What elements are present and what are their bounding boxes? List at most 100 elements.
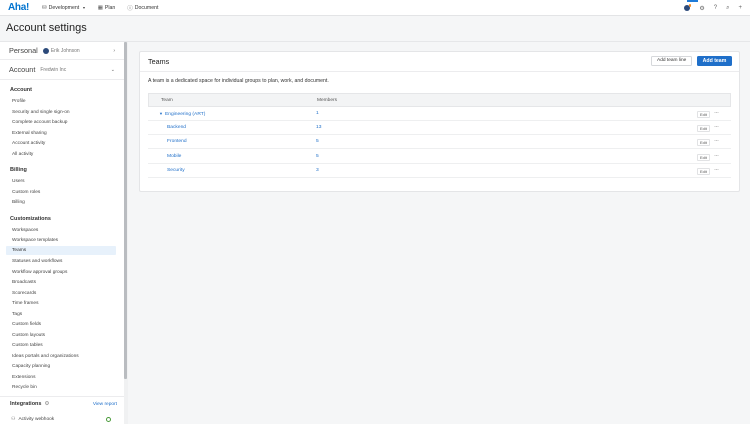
sidebar-item-time-frames[interactable]: Time frames [12,301,38,306]
more-options-icon[interactable]: ··· [714,153,719,159]
divider [0,396,124,397]
integrations-heading: Integrations [10,401,42,407]
teams-description: A team is a dedicated space for individu… [148,78,329,84]
sidebar-account[interactable]: Account Fredwin Inc ⌄ [9,65,115,74]
team-name-link[interactable]: ▼ Engineering (ART) [159,111,205,117]
sidebar-item-backup[interactable]: Complete account backup [12,120,67,125]
team-name: Engineering (ART) [164,112,206,117]
page-header: Account settings [0,16,750,42]
team-name-link[interactable]: Mobile [167,154,181,159]
sidebar-item-teams[interactable]: Teams [6,246,116,255]
account-label: Account [9,65,36,74]
personal-user-name: Erik Johnson [50,47,80,54]
section-heading-account: Account [10,87,32,93]
more-options-icon[interactable]: ··· [714,124,719,130]
members-count-link[interactable]: 3 [316,168,319,173]
nav-item-label: Development [48,4,80,11]
members-count-link[interactable]: 13 [316,125,321,130]
more-options-icon[interactable]: ··· [714,167,719,173]
sidebar-item-approval-groups[interactable]: Workflow approval groups [12,270,67,275]
user-avatar[interactable] [684,4,692,11]
sidebar-item-custom-roles[interactable]: Custom roles [12,190,40,195]
edit-button[interactable]: Edit [697,153,710,161]
chevron-down-icon: ⌄ [110,66,115,73]
team-name-link[interactable]: Security [167,168,185,173]
chevron-down-icon: ▼ [82,5,86,10]
sidebar-item-external-sharing[interactable]: External sharing [12,131,47,136]
sidebar-item-users[interactable]: Users [12,179,25,184]
team-name-link[interactable]: Frontend [167,139,187,144]
add-team-button[interactable]: Add team [697,56,732,66]
view-report-link[interactable]: View report [93,402,117,407]
sidebar-item-billing[interactable]: Billing [12,200,25,205]
sidebar-item-scorecards[interactable]: Scorecards [12,291,36,296]
caret-down-icon[interactable]: ▼ [159,111,163,116]
more-options-icon[interactable]: ··· [714,110,719,116]
sidebar-item-statuses[interactable]: Statuses and workflows [12,259,62,264]
table-row: Mobile 5 Edit ··· [148,150,731,164]
nav-item-label: Document [134,4,159,11]
edit-button[interactable]: Edit [697,110,710,118]
personal-label: Personal [9,46,38,55]
table-row: Security 3 Edit ··· [148,164,731,178]
nav-item-label: Plan [104,4,116,11]
sidebar-item-custom-layouts[interactable]: Custom layouts [12,333,45,338]
settings-icon[interactable]: ⚙ [699,5,704,12]
divider [0,59,124,60]
chevron-right-icon: › [113,47,115,54]
sidebar-scrollbar[interactable] [124,42,127,379]
nav-workspace-selector[interactable]: ⛁ Development ▼ [42,5,86,11]
status-circle-icon [106,416,111,422]
sidebar-item-tags[interactable]: Tags [12,312,22,317]
card-title: Teams [148,57,170,66]
column-header-members[interactable]: Members [317,98,337,103]
divider [140,71,739,72]
integrations-header: Integrations ⚙ View report [10,401,117,407]
sidebar-item-capacity-planning[interactable]: Capacity planning [12,364,50,369]
sidebar-item-broadcasts[interactable]: Broadcasts [12,280,36,285]
members-count-link[interactable]: 5 [316,139,319,144]
page-title: Account settings [6,22,87,34]
settings-sidebar: Personal Erik Johnson › Account Fredwin … [0,42,124,424]
teams-card: Teams Add team line Add team A team is a… [139,51,740,192]
table-row: ▼ Engineering (ART) 1 Edit ··· [148,107,731,121]
search-icon[interactable]: ⌕ [726,5,729,12]
sidebar-item-custom-tables[interactable]: Custom tables [12,343,43,348]
webhook-icon: ⚇ [11,416,16,422]
nav-plan[interactable]: ▦ Plan [98,5,116,11]
section-heading-customizations: Customizations [10,216,51,222]
sidebar-item-all-activity[interactable]: All activity [12,152,33,157]
sidebar-item-account-activity[interactable]: Account activity [12,141,45,146]
divider [0,79,124,80]
sidebar-item-security[interactable]: Security and single sign-on [12,110,70,115]
sidebar-item-profile[interactable]: Profile [12,99,26,104]
gear-icon[interactable]: ⚙ [44,401,49,407]
integration-activity-webhook[interactable]: ⚇ Activity webhook [11,416,111,422]
aha-logo[interactable]: Aha! [8,2,29,13]
sidebar-item-workspaces[interactable]: Workspaces [12,228,38,233]
members-count-link[interactable]: 1 [316,111,319,116]
plus-icon[interactable]: + [738,5,742,11]
more-options-icon[interactable]: ··· [714,138,719,144]
column-header-team[interactable]: Team [161,98,173,103]
sidebar-item-extensions[interactable]: Extensions [12,375,35,380]
edit-button[interactable]: Edit [697,124,710,132]
help-icon[interactable]: ? [714,5,717,11]
add-team-line-button[interactable]: Add team line [651,56,693,66]
team-name-link[interactable]: Backend [167,125,186,130]
edit-button[interactable]: Edit [697,138,710,146]
sidebar-personal[interactable]: Personal Erik Johnson › [9,46,115,55]
sidebar-item-custom-fields[interactable]: Custom fields [12,322,41,327]
edit-button[interactable]: Edit [697,167,710,175]
sidebar-item-recycle-bin[interactable]: Recycle bin [12,385,37,390]
document-icon: ⓘ [127,5,133,12]
sidebar-item-ideas-portals[interactable]: Ideas portals and organizations [12,354,79,359]
integration-label: Activity webhook [18,416,55,422]
members-count-link[interactable]: 5 [316,154,319,159]
sidebar-item-workspace-templates[interactable]: Workspace templates [12,238,58,243]
nav-document[interactable]: ⓘ Document [127,4,158,12]
workspace-icon: ⛁ [42,4,47,11]
top-right-actions: ⚙ ? ⌕ + [684,0,742,16]
table-row: Frontend 5 Edit ··· [148,135,731,149]
table-row: Backend 13 Edit ··· [148,121,731,135]
